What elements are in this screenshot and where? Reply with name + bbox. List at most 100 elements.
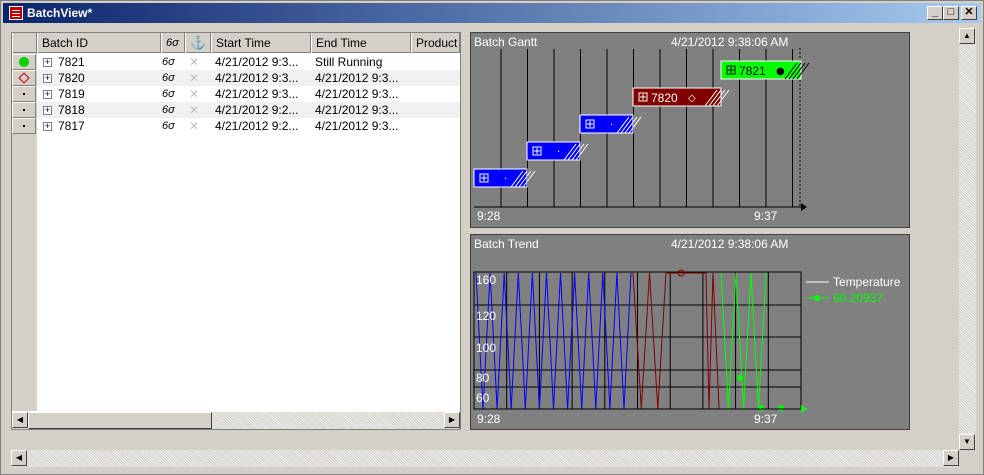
table-row[interactable]: +7817 6σ ✕ 4/21/2012 9:2... 4/21/2012 9:3... xyxy=(37,118,460,134)
row-selector[interactable] xyxy=(12,86,36,102)
gantt-x-end-label: 9:37 xyxy=(754,209,778,223)
trend-point xyxy=(758,405,764,411)
legend-label-value: 60.20937 xyxy=(833,291,884,305)
size-grip[interactable] xyxy=(959,450,976,467)
minimize-button[interactable]: _ xyxy=(927,6,943,20)
gantt-bar-label: 7820 xyxy=(651,91,678,105)
main-vertical-scrollbar[interactable]: ▲ ▼ xyxy=(959,28,976,450)
sigma-icon[interactable]: 6σ xyxy=(162,70,184,86)
anchor-tool-icon[interactable]: ✕ xyxy=(189,86,207,102)
column-header-anchor[interactable]: ⚓ xyxy=(185,33,211,53)
sigma-icon[interactable]: 6σ xyxy=(162,86,184,102)
expand-icon[interactable]: + xyxy=(43,122,52,132)
gantt-bar-marker: ◇ xyxy=(688,93,696,104)
gantt-bar: 7820 ◇ xyxy=(632,87,730,107)
main-horizontal-scrollbar[interactable]: ◀ ▶ xyxy=(11,450,959,467)
main-scroll-left-button[interactable]: ◀ xyxy=(11,450,27,466)
grid-horizontal-scrollbar[interactable]: ◀ ▶ xyxy=(12,412,460,429)
gantt-plot: · · · 7820 ◇ 7821 ● xyxy=(473,48,810,211)
dot-icon xyxy=(13,125,35,127)
batch-id-text: 7821 xyxy=(58,55,85,69)
grid-header: Batch ID 6σ ⚓ Start Time End Time Produc… xyxy=(12,33,460,53)
table-row[interactable]: +7819 6σ ✕ 4/21/2012 9:3... 4/21/2012 9:3... xyxy=(37,86,460,102)
gantt-bar-marker: ● xyxy=(776,66,785,77)
sigma-icon[interactable]: 6σ xyxy=(162,118,184,134)
scroll-thumb[interactable] xyxy=(28,412,212,429)
start-time-cell: 4/21/2012 9:3... xyxy=(215,71,299,85)
gantt-bar-marker: · xyxy=(610,120,613,131)
main-scroll-right-button[interactable]: ▶ xyxy=(943,450,959,466)
sigma-icon[interactable]: 6σ xyxy=(162,102,184,118)
row-selector-header[interactable] xyxy=(12,33,37,53)
expand-icon[interactable]: + xyxy=(43,74,52,84)
row-selector[interactable] xyxy=(12,70,36,86)
batch-id-cell: +7819 xyxy=(43,86,161,102)
row-selector[interactable] xyxy=(12,102,36,118)
gantt-bar: · xyxy=(526,141,589,161)
trend-x-start-label: 9:28 xyxy=(477,412,501,426)
table-row[interactable]: +7820 6σ ✕ 4/21/2012 9:3... 4/21/2012 9:3... xyxy=(37,70,460,86)
app-icon xyxy=(9,6,23,20)
batch-id-text: 7818 xyxy=(58,103,85,117)
end-time-cell: Still Running xyxy=(315,55,383,69)
gantt-bar: 7821 ● xyxy=(720,60,810,80)
batchview-window: BatchView* _ □ ✕ Batch ID 6σ ⚓ Start Tim… xyxy=(0,0,984,475)
batch-id-text: 7820 xyxy=(58,71,85,85)
gantt-bar: · xyxy=(579,114,642,134)
start-time-cell: 4/21/2012 9:2... xyxy=(215,119,299,133)
expand-icon[interactable]: + xyxy=(43,106,52,116)
trend-y-tick: 160 xyxy=(476,273,497,287)
gantt-bar-marker: · xyxy=(557,147,560,158)
legend-label-temperature: Temperature xyxy=(833,275,901,289)
row-selector[interactable] xyxy=(12,54,36,70)
close-button[interactable]: ✕ xyxy=(961,6,977,20)
end-time-cell: 4/21/2012 9:3... xyxy=(315,103,399,117)
dot-icon xyxy=(13,93,35,95)
scroll-left-button[interactable]: ◀ xyxy=(12,412,28,428)
column-header-end-time[interactable]: End Time xyxy=(311,33,411,53)
expand-icon[interactable]: + xyxy=(43,58,52,68)
maximize-button[interactable]: □ xyxy=(943,6,959,20)
title-bar: BatchView* _ □ ✕ xyxy=(3,3,981,23)
gantt-bar: · xyxy=(473,168,536,188)
batch-grid: Batch ID 6σ ⚓ Start Time End Time Produc… xyxy=(11,32,461,430)
anchor-tool-icon[interactable]: ✕ xyxy=(189,118,207,134)
column-header-batch-id[interactable]: Batch ID xyxy=(37,33,161,53)
batch-id-cell: +7820 xyxy=(43,70,161,86)
anchor-tool-icon[interactable]: ✕ xyxy=(189,54,207,70)
window-title: BatchView* xyxy=(27,6,93,20)
batch-id-text: 7817 xyxy=(58,119,85,133)
trend-y-tick: 120 xyxy=(476,309,497,323)
end-time-cell: 4/21/2012 9:3... xyxy=(315,87,399,101)
batch-id-cell: +7817 xyxy=(43,118,161,134)
start-time-cell: 4/21/2012 9:3... xyxy=(215,55,299,69)
table-row[interactable]: +7821 6σ ✕ 4/21/2012 9:3... Still Running xyxy=(37,54,460,70)
trend-y-tick: 80 xyxy=(476,371,490,385)
column-header-product[interactable]: Product xyxy=(411,33,460,53)
row-selector[interactable] xyxy=(12,118,36,134)
trend-point xyxy=(778,405,784,411)
scroll-up-button[interactable]: ▲ xyxy=(959,28,975,44)
gantt-x-start-label: 9:28 xyxy=(477,209,501,223)
anchor-tool-icon[interactable]: ✕ xyxy=(189,70,207,86)
column-header-sigma[interactable]: 6σ xyxy=(161,33,185,53)
column-header-start-time[interactable]: Start Time xyxy=(211,33,311,53)
trend-x-end-label: 9:37 xyxy=(754,412,778,426)
batch-trend-chart: Batch Trend 4/21/2012 9:38:06 AM 160 120… xyxy=(470,234,910,430)
sigma-icon[interactable]: 6σ xyxy=(162,54,184,70)
end-time-cell: 4/21/2012 9:3... xyxy=(315,71,399,85)
batch-id-text: 7819 xyxy=(58,87,85,101)
dot-icon xyxy=(13,109,35,111)
end-time-cell: 4/21/2012 9:3... xyxy=(315,119,399,133)
batch-id-cell: +7818 xyxy=(43,102,161,118)
legend-marker-value xyxy=(814,295,820,301)
batch-gantt-chart: Batch Gantt 4/21/2012 9:38:06 AM · · · 7820… xyxy=(470,32,910,228)
table-row[interactable]: +7818 6σ ✕ 4/21/2012 9:2... 4/21/2012 9:3... xyxy=(37,102,460,118)
scroll-right-button[interactable]: ▶ xyxy=(444,412,460,428)
anchor-tool-icon[interactable]: ✕ xyxy=(189,102,207,118)
expand-icon[interactable]: + xyxy=(43,90,52,100)
green-circle-icon xyxy=(13,57,35,67)
batch-id-cell: +7821 xyxy=(43,54,161,70)
scroll-down-button[interactable]: ▼ xyxy=(959,434,975,450)
trend-y-tick: 60 xyxy=(476,391,490,405)
